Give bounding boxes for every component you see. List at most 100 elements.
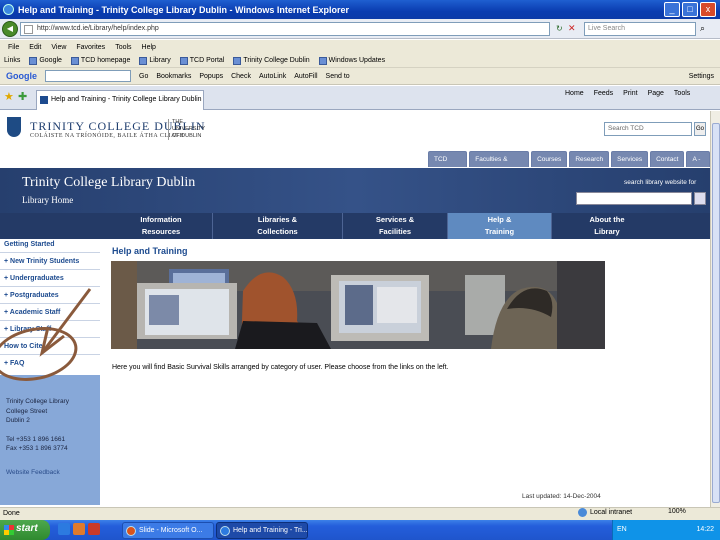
ie-icon [220, 526, 230, 536]
tools-menu[interactable]: Tools [674, 90, 690, 97]
vertical-scrollbar[interactable] [710, 111, 720, 507]
tab-tcd-home[interactable]: TCD Home [428, 151, 468, 178]
link-trinity-college-dublin[interactable]: Trinity College Dublin [233, 56, 310, 65]
menu-tools[interactable]: Tools [115, 44, 131, 51]
home-button[interactable]: Home [565, 90, 584, 97]
site-search-input[interactable]: Search TCD [604, 122, 692, 136]
menu-view[interactable]: View [51, 44, 66, 51]
tab-courses[interactable]: Courses [531, 151, 568, 167]
link-icon [318, 56, 327, 65]
feeds-button[interactable]: Feeds [594, 90, 613, 97]
security-zone[interactable]: Local intranet [578, 508, 632, 517]
menu-help[interactable]: Help [142, 44, 156, 51]
nav-services-facilities[interactable]: Services & Facilities [343, 213, 448, 239]
website-feedback-link[interactable]: Website Feedback [6, 468, 100, 478]
close-button[interactable]: x [700, 2, 716, 17]
site-search-button[interactable]: Go [694, 122, 706, 136]
nav-information-resources[interactable]: Information Resources [110, 213, 213, 239]
refresh-icon[interactable]: ↻ [556, 24, 563, 33]
tab-title: Help and Training - Trinity College Libr… [51, 96, 202, 103]
links-label: Links [4, 57, 21, 64]
window-titlebar: Help and Training - Trinity College Libr… [0, 0, 720, 19]
links-bar: Links Google TCD homepage Library TCD Po… [0, 54, 720, 68]
maximize-button[interactable]: □ [682, 2, 698, 17]
page-content: TRINITY COLLEGE DUBLIN COLÁISTE NA TRÍON… [0, 111, 710, 507]
live-search-input[interactable]: Live Search [584, 22, 696, 36]
window-title: Help and Training - Trinity College Libr… [18, 4, 349, 15]
ie-icon [3, 4, 14, 15]
library-search-button[interactable] [694, 192, 706, 205]
page-title: Help and Training [112, 246, 188, 256]
stop-icon[interactable]: ✕ [568, 23, 576, 34]
taskbar-powerpoint[interactable]: Slide - Microsoft O... [122, 522, 214, 539]
address-line: College Street [6, 407, 48, 415]
link-tcd-homepage[interactable]: TCD homepage [70, 56, 130, 65]
google-popups[interactable]: Popups [199, 73, 223, 80]
tab-research[interactable]: Research [569, 151, 610, 167]
library-address-panel: Trinity College Library College Street D… [0, 375, 100, 505]
favorites-star-icon[interactable]: ★ [4, 90, 14, 103]
address-line: Dublin 2 [6, 417, 30, 424]
google-send-to[interactable]: Send to [326, 73, 350, 80]
link-library[interactable]: Library [139, 56, 171, 65]
menu-file[interactable]: File [8, 44, 19, 51]
google-bookmarks[interactable]: Bookmarks [156, 73, 191, 80]
globe-icon [578, 508, 587, 517]
nav-help-training[interactable]: Help & Training [448, 213, 552, 239]
tab-favicon [40, 96, 48, 104]
link-icon [179, 56, 188, 65]
minimize-button[interactable]: _ [664, 2, 680, 17]
media-quicklaunch-icon[interactable] [88, 523, 100, 535]
ie-quicklaunch-icon[interactable] [58, 523, 70, 535]
firefox-quicklaunch-icon[interactable] [73, 523, 85, 535]
page-menu[interactable]: Page [648, 90, 664, 97]
print-button[interactable]: Print [623, 90, 637, 97]
telephone: Tel +353 1 896 1661 [6, 435, 66, 443]
page-icon [24, 25, 33, 34]
google-check[interactable]: Check [231, 73, 251, 80]
students-at-computers-photo [111, 261, 605, 349]
address-line: Trinity College Library [6, 398, 69, 405]
google-autofill[interactable]: AutoFill [294, 73, 317, 80]
last-updated: Last updated: 14-Dec-2004 [522, 493, 601, 500]
library-search-input[interactable] [576, 192, 692, 205]
language-indicator[interactable]: EN [617, 526, 627, 533]
powerpoint-icon [126, 526, 136, 536]
back-icon[interactable]: ◀ [2, 21, 18, 37]
taskbar-ie-window[interactable]: Help and Training - Tri... [216, 522, 308, 539]
link-google[interactable]: Google [29, 56, 62, 65]
google-toolbar: Google Go Bookmarks Popups Check AutoLin… [0, 68, 720, 85]
link-windows-updates[interactable]: Windows Updates [318, 56, 385, 65]
link-icon [29, 56, 38, 65]
windows-logo-icon [4, 525, 14, 535]
tab-services[interactable]: Services [611, 151, 649, 167]
tab-a-z[interactable]: A - Z [686, 151, 710, 178]
intro-text: Here you will find Basic Survival Skills… [112, 364, 449, 371]
scrollbar-thumb[interactable] [712, 123, 720, 503]
command-bar: Home Feeds Print Page Tools [565, 90, 690, 97]
menu-favorites[interactable]: Favorites [76, 44, 105, 51]
fax: Fax +353 1 896 3774 [6, 445, 68, 452]
tab-faculties-schools[interactable]: Faculties & Schools [469, 151, 530, 178]
search-icon[interactable]: ⌕ [700, 23, 705, 34]
google-settings[interactable]: Settings [689, 73, 714, 80]
tab-help-and-training[interactable]: Help and Training - Trinity College Libr… [36, 90, 204, 110]
clock[interactable]: 14:22 [696, 520, 714, 540]
google-search-input[interactable] [45, 70, 131, 82]
google-go-button[interactable]: Go [139, 73, 148, 80]
address-input[interactable]: http://www.tcd.ie/Library/help/index.php [20, 22, 550, 36]
tab-contact[interactable]: Contact [650, 151, 685, 167]
add-favorite-icon[interactable]: ✚ [18, 90, 27, 103]
link-tcd-portal[interactable]: TCD Portal [179, 56, 224, 65]
annotation-arrow [39, 288, 92, 357]
zoom-level[interactable]: 100% [668, 508, 686, 515]
menu-bar: File Edit View Favorites Tools Help [0, 40, 720, 54]
link-icon [139, 56, 148, 65]
nav-about-library[interactable]: About the Library [552, 213, 662, 239]
start-button[interactable]: start [0, 520, 50, 540]
address-url: http://www.tcd.ie/Library/help/index.php [37, 25, 159, 32]
menu-edit[interactable]: Edit [29, 44, 41, 51]
google-autolink[interactable]: AutoLink [259, 73, 286, 80]
nav-libraries-collections[interactable]: Libraries & Collections [213, 213, 343, 239]
link-icon [233, 56, 242, 65]
